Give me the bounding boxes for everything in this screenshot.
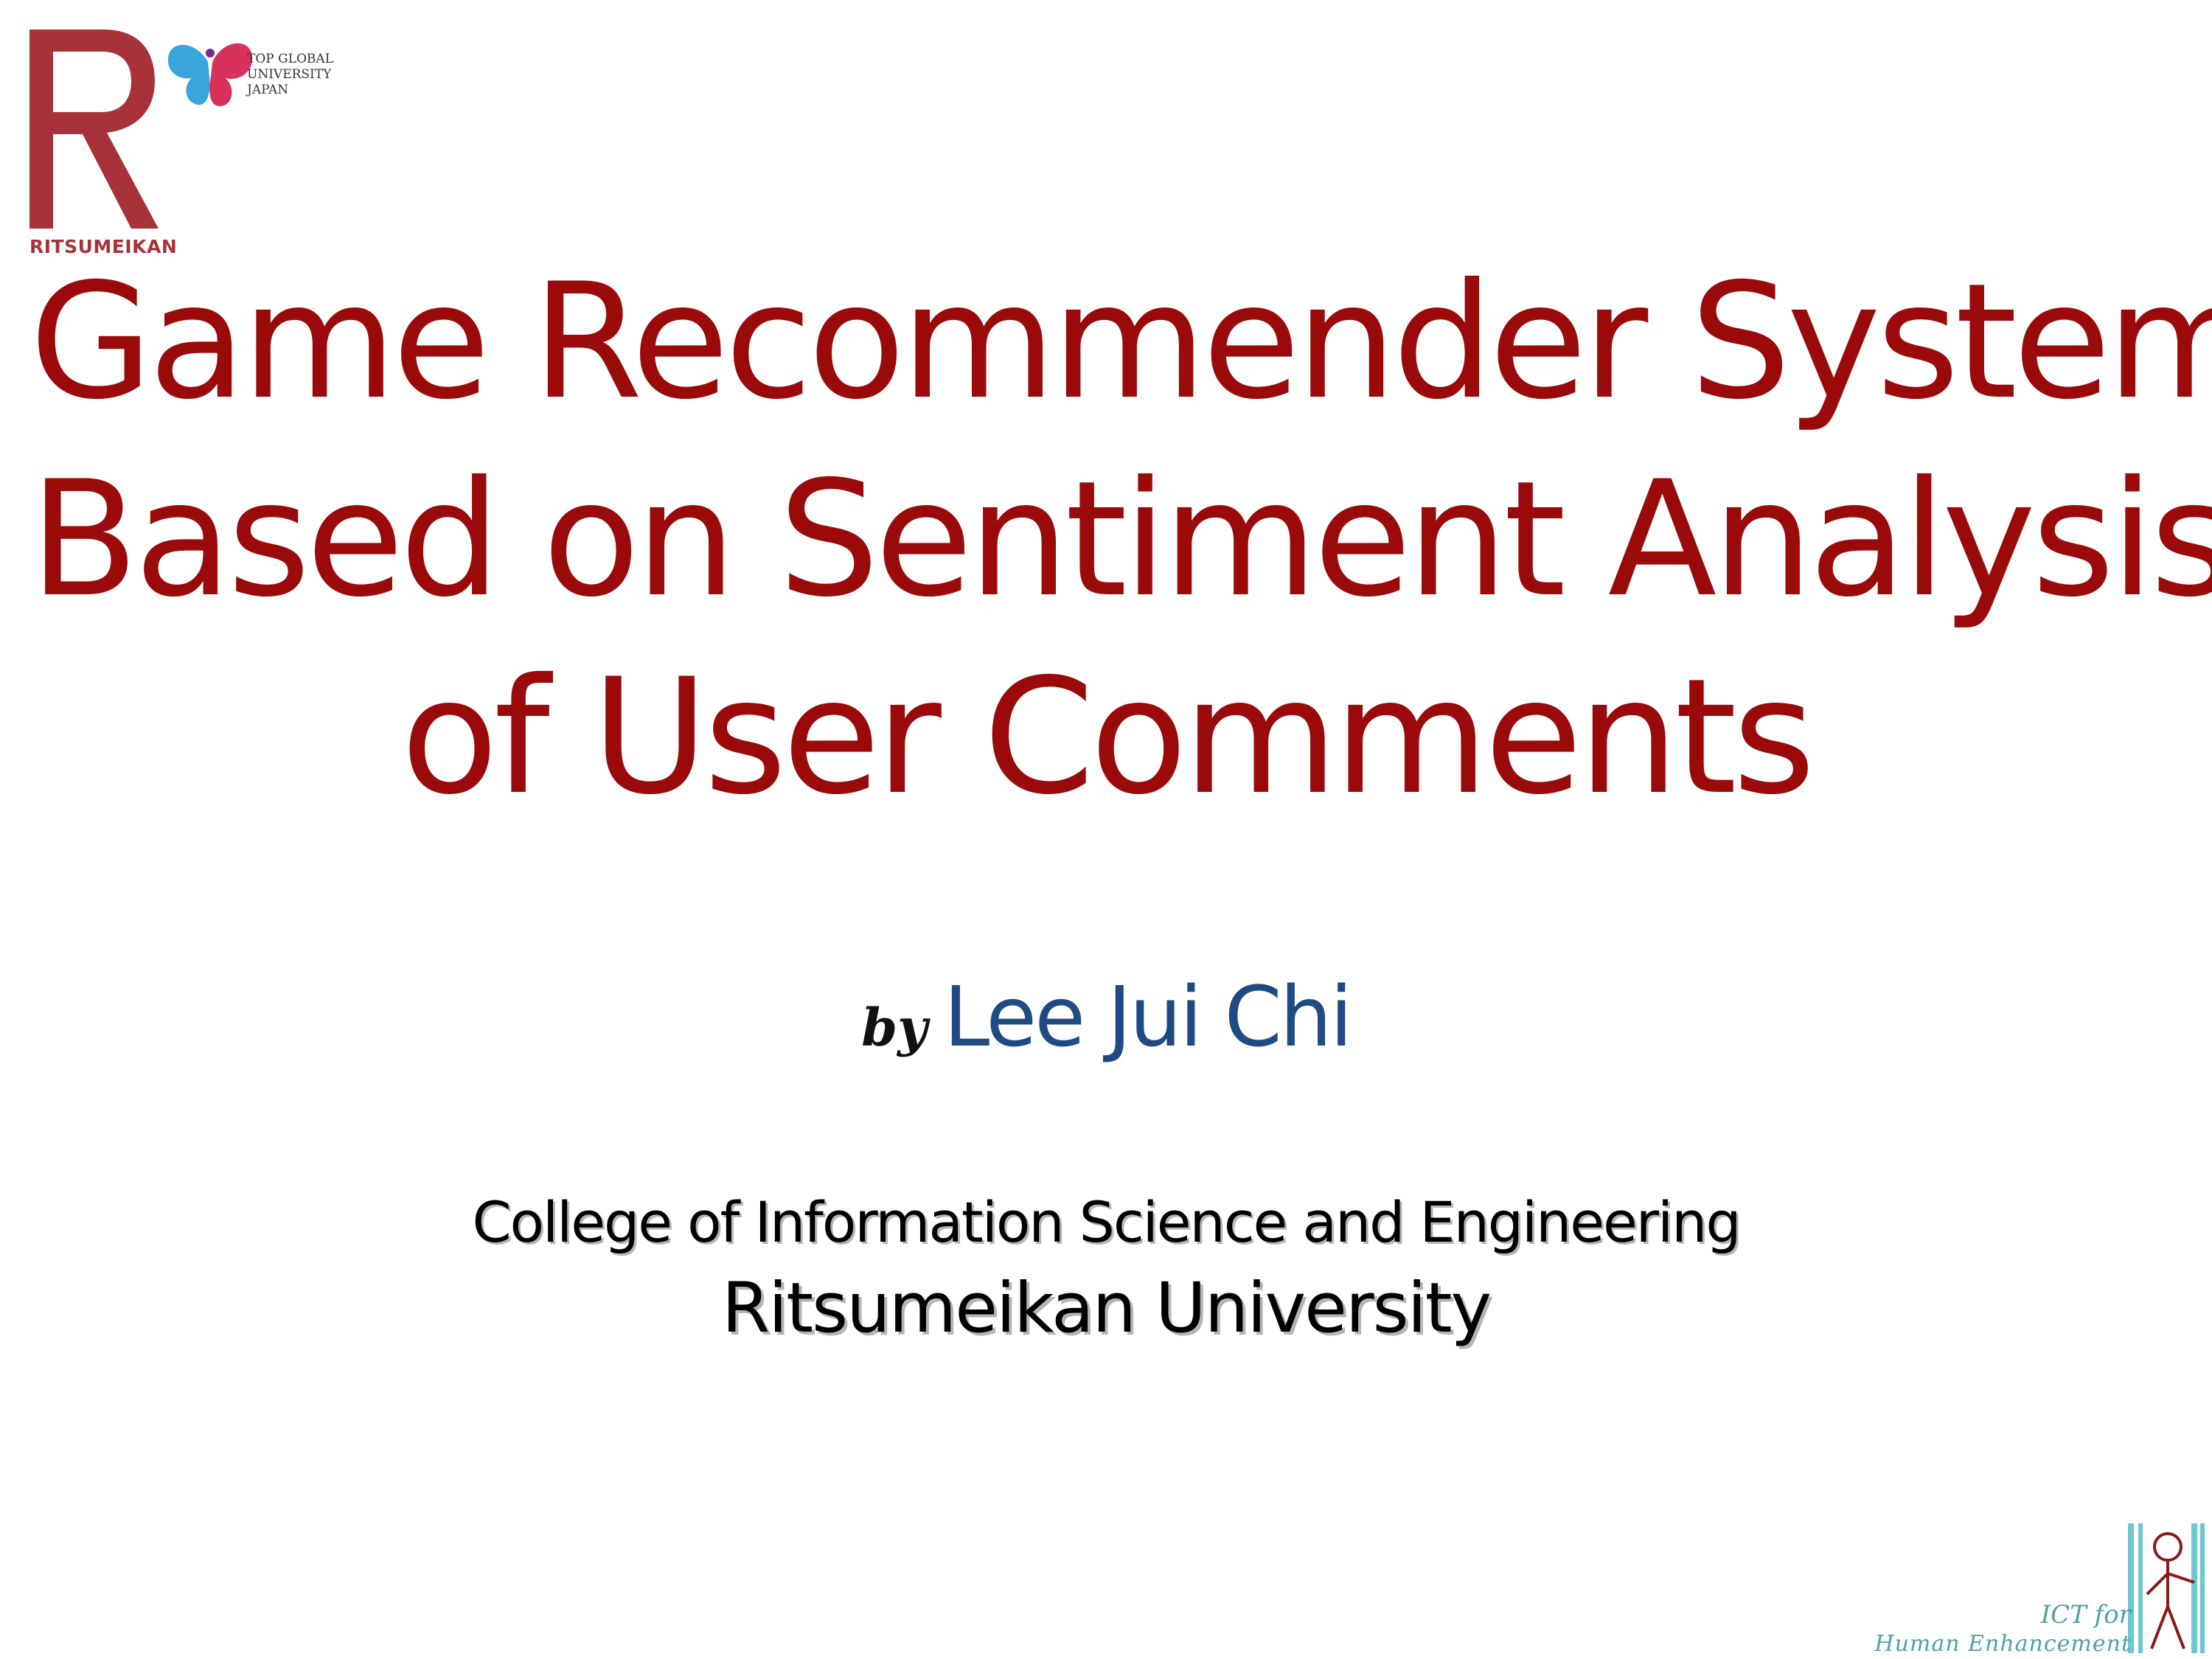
butterfly-icon — [167, 43, 253, 106]
ict-text-line-1: ICT for — [2040, 1600, 2131, 1630]
ict-text-line-2: Human Enhancement — [1874, 1631, 2131, 1657]
college-name: College of Information Science and Engin… — [472, 1189, 1741, 1255]
university-name: Ritsumeikan University — [721, 1268, 1492, 1349]
author-name: Lee Jui Chi — [943, 970, 1353, 1065]
slide-title: Game Recommender System Based on Sentime… — [29, 243, 2212, 836]
slide: RITSUMEIKAN TOP GLOBAL UNIVERSITY JAPAN … — [0, 0, 2212, 1659]
stick-figure-icon — [2128, 1523, 2205, 1653]
r-logo-icon — [29, 29, 159, 229]
by-label: by — [861, 997, 928, 1058]
top-global-university-text: TOP GLOBAL UNIVERSITY JAPAN — [247, 52, 333, 97]
byline: by Lee Jui Chi — [0, 970, 2212, 1065]
title-line-2: Based on Sentiment Analysis — [29, 447, 2212, 632]
ict-logo: ICT for Human Enhancement — [1858, 1519, 2212, 1659]
title-line-1: Game Recommender System — [29, 249, 2212, 434]
title-line-3: of User Comments — [400, 644, 1816, 830]
ritsumeikan-logo: RITSUMEIKAN TOP GLOBAL UNIVERSITY JAPAN — [29, 29, 369, 265]
